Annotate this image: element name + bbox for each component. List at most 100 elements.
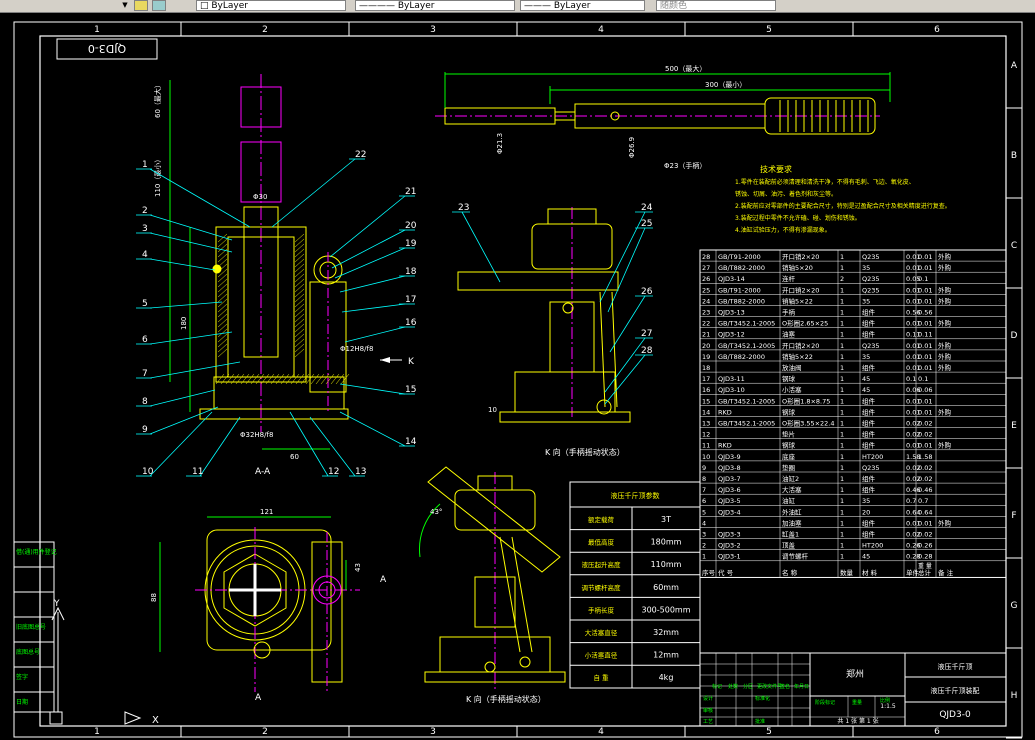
callout-22: 22 bbox=[355, 150, 366, 160]
bom-cell: 1 bbox=[840, 331, 844, 339]
callout-9: 9 bbox=[142, 425, 148, 435]
bom-cell: 1 bbox=[840, 420, 844, 428]
bom-cell: QJD3-8 bbox=[718, 464, 741, 472]
handle-view: 500（最大） 300（最小） Φ21.3 Φ26.9 Φ23（手柄） bbox=[435, 64, 891, 170]
tb-label-0: 标记 bbox=[712, 683, 722, 690]
bom-cell: 0.02 bbox=[918, 531, 932, 539]
bom-cell: 组件 bbox=[862, 530, 876, 539]
spec-value: 60mm bbox=[653, 583, 679, 592]
dim-60: 60 bbox=[290, 453, 299, 461]
bom-cell: 1 bbox=[840, 508, 844, 516]
bom-cell: 顶盖 bbox=[782, 541, 796, 550]
bom-cell: RKD bbox=[718, 408, 732, 416]
bom-cell: 20 bbox=[702, 342, 710, 350]
bom-cell: 9 bbox=[702, 464, 706, 472]
tb-label-7: 标准化 bbox=[755, 695, 770, 702]
tech-title: 技术要求 bbox=[760, 164, 792, 174]
svg-text:X: X bbox=[152, 715, 159, 726]
bom-cell: Q235 bbox=[862, 342, 880, 350]
callout-16: 16 bbox=[405, 318, 417, 328]
dim-d21: Φ21.3 bbox=[496, 133, 504, 154]
bom-cell: 缸盖1 bbox=[782, 530, 799, 539]
bom-cell: 调节螺杆 bbox=[782, 552, 809, 561]
color-control-dropdown[interactable]: □ ByLayer bbox=[196, 0, 346, 11]
bom-cell: 1 bbox=[840, 297, 844, 305]
bom-cell: GB/T3452.1-2005 bbox=[718, 420, 775, 428]
k-view-bottom: 43° K 向（手柄摇动状态） bbox=[419, 466, 566, 704]
bom-cell: 1 bbox=[840, 464, 844, 472]
bom-cell: 销轴5×22 bbox=[782, 352, 813, 361]
bom-cell: 外购 bbox=[938, 252, 952, 261]
bom-cell: 35 bbox=[862, 297, 870, 305]
callout-25: 25 bbox=[641, 219, 652, 229]
bom-cell: 0.01 bbox=[918, 519, 932, 527]
callout-6: 6 bbox=[142, 335, 148, 345]
drawing-canvas[interactable]: 112233445566 ABCDEFGH QJD3-0 借(通)用件登记 旧底… bbox=[0, 12, 1035, 740]
bom-cell: 0.02 bbox=[918, 475, 932, 483]
callout-15: 15 bbox=[405, 385, 416, 395]
bom-cell: 外购 bbox=[938, 296, 952, 305]
bom-cell: HT200 bbox=[862, 542, 883, 550]
bom-cell: QJD3-10 bbox=[718, 386, 745, 394]
row-zone-labels: A B C D E F G H bbox=[1006, 61, 1022, 739]
spec-label: 液压起升高度 bbox=[582, 560, 622, 569]
side-label-5: 签字 bbox=[16, 673, 28, 681]
bom-cell: 1 bbox=[840, 431, 844, 439]
bom-cell: 0.46 bbox=[918, 486, 932, 494]
bom-cell: QJD3-12 bbox=[718, 331, 745, 339]
bom-cell: 35 bbox=[862, 497, 870, 505]
bom-cell: 0.02 bbox=[918, 420, 932, 428]
column-zone-labels: 112233445566 bbox=[94, 22, 940, 737]
tb-label-3: 更改文件号 bbox=[757, 683, 782, 690]
bom-cell: 1 bbox=[840, 442, 844, 450]
spec-value: 12mm bbox=[653, 651, 679, 660]
top-view: 121 88 43 A A bbox=[150, 508, 387, 703]
label-k-view-bottom: K 向（手柄摇动状态） bbox=[466, 694, 546, 704]
col-label-bottom: 2 bbox=[262, 727, 268, 737]
bom-cell: 1 bbox=[840, 453, 844, 461]
layer-tools-icon[interactable] bbox=[152, 0, 166, 11]
layer-state-icon[interactable] bbox=[134, 0, 148, 11]
dim-d30: Φ30 bbox=[253, 193, 267, 201]
dim-handle-500: 500（最大） bbox=[665, 64, 706, 73]
bom-cell: 1 bbox=[840, 342, 844, 350]
bom-cell: 18 bbox=[702, 364, 710, 372]
dropdown-arrow-icon[interactable]: ▼ bbox=[120, 0, 130, 11]
lineweight-control-dropdown[interactable]: ——— ByLayer bbox=[520, 0, 645, 11]
dim-110-min: 110（最小） bbox=[153, 156, 162, 197]
callout-14: 14 bbox=[405, 437, 417, 447]
bom-cell: 0.26 bbox=[918, 542, 932, 550]
tb-label-11: 审核 bbox=[703, 707, 713, 714]
bom-cell: 底座 bbox=[782, 452, 796, 461]
callout-18: 18 bbox=[405, 267, 417, 277]
row-label-right: B bbox=[1011, 151, 1017, 161]
bom-cell: 21 bbox=[702, 331, 710, 339]
bom-cell: GB/T882-2000 bbox=[718, 264, 765, 272]
bom-cell: 0.02 bbox=[918, 464, 932, 472]
drawing-code-text: QJD3-0 bbox=[88, 42, 126, 55]
bom-cell: 开口销2×20 bbox=[782, 285, 819, 294]
bom-cell: 垫片 bbox=[782, 430, 795, 439]
plotstyle-control-dropdown[interactable]: 随颜色 bbox=[656, 0, 776, 11]
bom-cell: QJD3-11 bbox=[718, 375, 745, 383]
tech-line-4: 4.油缸试验压力，不得有渗漏现象。 bbox=[735, 226, 831, 234]
linetype-control-dropdown[interactable]: ———— ByLayer bbox=[355, 0, 515, 11]
bom-cell: 组件 bbox=[862, 319, 876, 328]
bom-cell: 1 bbox=[840, 542, 844, 550]
bom-cell: O形圈1.8×8.75 bbox=[782, 397, 830, 405]
tech-line-3: 3.装配过程中零件不允许磕、碰、划伤和锈蚀。 bbox=[735, 214, 861, 222]
bom-cell: 1.58 bbox=[918, 453, 932, 461]
bom-cell: GB/T3452.1-2005 bbox=[718, 397, 775, 405]
bom-cell: 26 bbox=[702, 275, 710, 283]
bom-cell: 1 bbox=[840, 375, 844, 383]
bom-cell: QJD3-13 bbox=[718, 309, 745, 317]
dim-10: 10 bbox=[488, 406, 497, 414]
bom-cell: QJD3-5 bbox=[718, 497, 741, 505]
bom-cell: 销轴5×20 bbox=[782, 263, 813, 272]
label-section-aa: A-A bbox=[255, 467, 271, 477]
bom-cell: 1 bbox=[840, 519, 844, 527]
svg-text:Y: Y bbox=[53, 599, 60, 609]
callout-20: 20 bbox=[405, 221, 417, 231]
callout-17: 17 bbox=[405, 295, 416, 305]
bom-cell: 0.1 bbox=[906, 375, 916, 383]
